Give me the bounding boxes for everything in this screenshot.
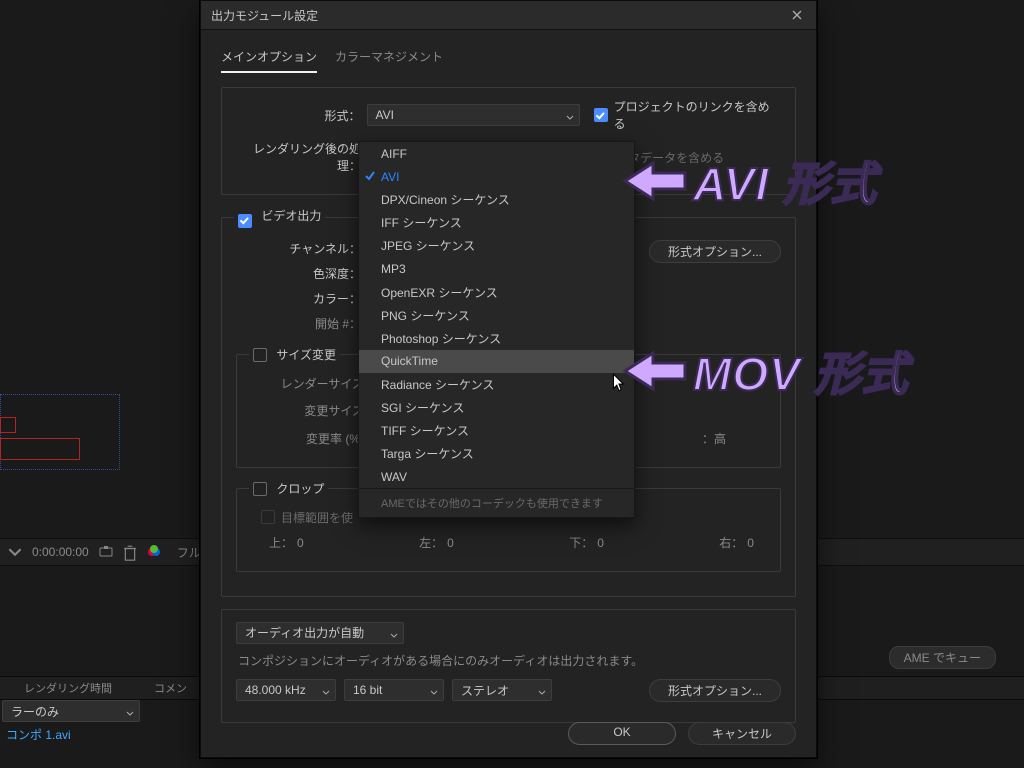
format-option[interactable]: WAV <box>359 465 634 488</box>
resize-quality-label: ：高 <box>702 430 726 447</box>
format-dropdown[interactable]: AIFFAVIDPX/Cineon シーケンスIFF シーケンスJPEG シーケ… <box>358 141 635 518</box>
format-option[interactable]: MP3 <box>359 257 634 280</box>
format-label: 形式： <box>236 107 367 124</box>
format-option[interactable]: AIFF <box>359 142 634 165</box>
audio-format-options-button[interactable]: 形式オプション... <box>649 679 781 702</box>
chevron-down-icon <box>430 686 438 700</box>
trash-icon <box>123 545 137 559</box>
chevron-down-icon <box>566 111 574 125</box>
format-option[interactable]: DPX/Cineon シーケンス <box>359 188 634 211</box>
depth-label: 色深度： <box>236 265 367 282</box>
bg-red-box <box>0 438 80 460</box>
crop-legend: クロップ <box>249 480 328 497</box>
format-select-value: AVI <box>376 108 394 122</box>
crop-right-value[interactable]: 0 <box>747 536 754 550</box>
crop-checkbox[interactable] <box>253 482 267 496</box>
ame-queue-button[interactable]: AME でキュー <box>889 646 996 669</box>
audio-bit-depth-select[interactable]: 16 bit <box>344 679 444 701</box>
chevron-down-icon <box>538 686 546 700</box>
format-option[interactable]: TIFF シーケンス <box>359 419 634 442</box>
format-option[interactable]: OpenEXR シーケンス <box>359 281 634 304</box>
crop-right-label: 右： <box>719 536 743 550</box>
format-option[interactable]: Photoshop シーケンス <box>359 327 634 350</box>
close-button[interactable] <box>788 6 806 24</box>
cancel-button[interactable]: キャンセル <box>688 722 796 745</box>
bg-red-box-small <box>0 417 16 433</box>
resize-legend: サイズ変更 <box>249 346 340 363</box>
camera-icon <box>99 545 113 559</box>
audio-note: コンポジションにオーディオがある場合にのみオーディオは出力されます。 <box>238 652 781 669</box>
post-render-label: レンダリング後の処理： <box>236 140 367 174</box>
check-icon <box>364 170 376 185</box>
format-select[interactable]: AVI <box>367 104 580 126</box>
close-icon <box>792 10 802 20</box>
annotation-mov: MOV 形式 <box>623 338 909 404</box>
audio-sample-rate-select[interactable]: 48.000 kHz <box>236 679 336 701</box>
format-option[interactable]: JPEG シーケンス <box>359 234 634 257</box>
ok-button[interactable]: OK <box>568 722 676 745</box>
video-output-checkbox[interactable] <box>238 214 252 228</box>
channel-label: チャンネル： <box>236 240 367 257</box>
crop-top-label: 上： <box>269 536 293 550</box>
include-project-link-checkbox[interactable] <box>594 108 608 122</box>
audio-channels-select[interactable]: ステレオ <box>452 679 552 701</box>
format-option[interactable]: IFF シーケンス <box>359 211 634 234</box>
format-option[interactable]: Targa シーケンス <box>359 442 634 465</box>
output-file-link[interactable]: コンポ 1.avi <box>6 726 71 743</box>
annotation-avi: AVI 形式 <box>623 148 877 214</box>
format-option[interactable]: Radiance シーケンス <box>359 373 634 396</box>
resize-checkbox[interactable] <box>253 348 267 362</box>
chevron-down-icon <box>390 629 398 643</box>
format-option[interactable]: SGI シーケンス <box>359 396 634 419</box>
format-option[interactable]: PNG シーケンス <box>359 304 634 327</box>
use-target-region-checkbox[interactable] <box>261 510 275 524</box>
timecode: 0:00:00:00 <box>32 545 89 559</box>
crop-left-label: 左： <box>419 536 443 550</box>
video-format-options-button[interactable]: 形式オプション... <box>649 240 781 263</box>
crop-bottom-value[interactable]: 0 <box>597 536 604 550</box>
arrow-left-icon <box>623 159 687 203</box>
format-dropdown-footer: AMEではその他のコーデックも使用できます <box>359 488 634 517</box>
arrow-left-icon <box>623 349 687 393</box>
collapse-icon <box>8 545 22 559</box>
tab-main-options[interactable]: メインオプション <box>221 48 317 73</box>
use-target-region-label: 目標範囲を使 <box>281 509 353 526</box>
dialog-titlebar: 出力モジュール設定 <box>201 1 816 30</box>
col-render-time: レンダリング時間 <box>20 680 154 696</box>
audio-output-mode-select[interactable]: オーディオ出力が自動 <box>236 622 404 644</box>
include-project-link-label: プロジェクトのリンクを含める <box>614 98 781 132</box>
format-option[interactable]: QuickTime <box>359 350 634 373</box>
chevron-down-icon <box>322 686 330 700</box>
crop-bottom-label: 下： <box>569 536 593 550</box>
format-option[interactable]: AVI <box>359 165 634 188</box>
chevron-down-icon <box>126 707 134 721</box>
dialog-footer: OK キャンセル <box>568 722 796 745</box>
color-label: カラー： <box>236 290 367 307</box>
crop-left-value[interactable]: 0 <box>447 536 454 550</box>
video-output-legend: ビデオ出力 <box>234 207 325 228</box>
tab-color-management[interactable]: カラーマネジメント <box>335 48 443 73</box>
crop-top-value[interactable]: 0 <box>297 536 304 550</box>
swatch-icon <box>147 545 161 559</box>
dialog-title: 出力モジュール設定 <box>211 7 788 24</box>
start-number-label: 開始 #： <box>236 315 367 332</box>
dialog-tabs: メインオプション カラーマネジメント <box>221 48 796 73</box>
row-errors-select[interactable]: ラーのみ <box>2 700 140 722</box>
